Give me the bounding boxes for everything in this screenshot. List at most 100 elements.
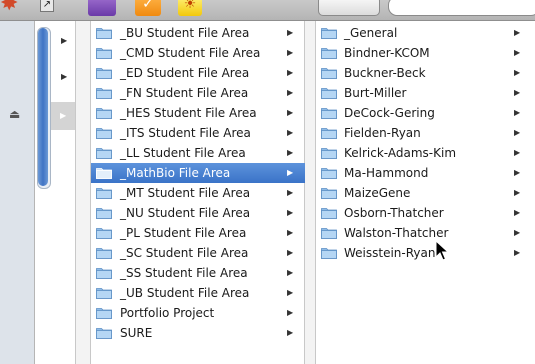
- folder-label: Osborn-Thatcher: [344, 206, 444, 220]
- folder-row[interactable]: Portfolio Project ▶: [91, 303, 305, 323]
- folder-row[interactable]: _MT Student File Area ▶: [91, 183, 305, 203]
- folder-row[interactable]: _FN Student File Area ▶: [91, 83, 305, 103]
- sun-icon[interactable]: ☀: [178, 0, 202, 16]
- folder-icon: [96, 288, 112, 299]
- chevron-right-icon: ▶: [514, 48, 521, 57]
- selected-row[interactable]: ▶: [51, 102, 75, 130]
- resize-arrow-icon[interactable]: ↗: [40, 0, 54, 12]
- sidebar: ⏏: [0, 21, 35, 364]
- folder-row[interactable]: _ED Student File Area ▶: [91, 63, 305, 83]
- folder-icon: [321, 128, 337, 139]
- chevron-right-icon: ▶: [287, 248, 294, 257]
- chevron-right-icon: ▶: [287, 128, 294, 137]
- folder-icon: [321, 48, 337, 59]
- eject-icon[interactable]: ⏏: [9, 108, 20, 120]
- star-icon[interactable]: ✸: [0, 0, 22, 15]
- folder-row[interactable]: _BU Student File Area ▶: [91, 23, 305, 43]
- folder-row[interactable]: _ITS Student File Area ▶: [91, 123, 305, 143]
- search-input[interactable]: [388, 0, 535, 16]
- chevron-right-icon: ▶: [514, 28, 521, 37]
- chevron-right-icon: ▶: [287, 268, 294, 277]
- folder-label: Ma-Hammond: [344, 166, 429, 180]
- folder-row[interactable]: Weisstein-Ryan ▶: [316, 243, 535, 263]
- folder-row[interactable]: DeCock-Gering ▶: [316, 103, 535, 123]
- folder-icon: [96, 68, 112, 79]
- chevron-right-icon: ▶: [287, 208, 294, 217]
- folder-label: Burt-Miller: [344, 86, 407, 100]
- column-divider[interactable]: [305, 21, 316, 364]
- chevron-right-icon: ▶: [287, 108, 294, 117]
- folder-row[interactable]: Kelrick-Adams-Kim ▶: [316, 143, 535, 163]
- chevron-right-icon: ▶: [60, 111, 67, 120]
- folder-row[interactable]: _NU Student File Area ▶: [91, 203, 305, 223]
- toolbar: ✸ ↗ ✓ ☀: [0, 0, 535, 21]
- chevron-right-icon: ▶: [514, 188, 521, 197]
- folder-label: Kelrick-Adams-Kim: [344, 146, 457, 160]
- chevron-right-icon: ▶: [514, 128, 521, 137]
- folder-row[interactable]: _SS Student File Area ▶: [91, 263, 305, 283]
- chevron-right-icon[interactable]: ▶: [61, 35, 67, 47]
- folder-label: SURE: [120, 326, 153, 340]
- chevron-right-icon: ▶: [287, 68, 294, 77]
- folder-label: _LL Student File Area: [120, 146, 246, 160]
- folder-row[interactable]: Fielden-Ryan ▶: [316, 123, 535, 143]
- folder-icon: [96, 88, 112, 99]
- folder-icon: [321, 208, 337, 219]
- chevron-right-icon: ▶: [287, 288, 294, 297]
- folder-row[interactable]: MaizeGene ▶: [316, 183, 535, 203]
- chevron-right-icon: ▶: [287, 168, 294, 177]
- folder-row[interactable]: _General ▶: [316, 23, 535, 43]
- purple-app-icon[interactable]: [88, 0, 116, 16]
- folder-row[interactable]: Burt-Miller ▶: [316, 83, 535, 103]
- folder-row[interactable]: Buckner-Beck ▶: [316, 63, 535, 83]
- folder-label: MaizeGene: [344, 186, 411, 200]
- folder-row[interactable]: _SC Student File Area ▶: [91, 243, 305, 263]
- folder-icon: [96, 108, 112, 119]
- chevron-right-icon: ▶: [287, 88, 294, 97]
- folder-row[interactable]: Ma-Hammond ▶: [316, 163, 535, 183]
- folder-label: Buckner-Beck: [344, 66, 426, 80]
- chevron-right-icon: ▶: [287, 328, 294, 337]
- folder-icon: [96, 28, 112, 39]
- folder-icon: [96, 328, 112, 339]
- folder-label: _UB Student File Area: [120, 286, 250, 300]
- folder-row[interactable]: Bindner-KCOM ▶: [316, 43, 535, 63]
- folder-row[interactable]: SURE ▶: [91, 323, 305, 343]
- chevron-right-icon: ▶: [287, 48, 294, 57]
- scrollbar-thumb[interactable]: [38, 28, 48, 186]
- toolbar-button[interactable]: [318, 0, 380, 16]
- folder-icon: [321, 228, 337, 239]
- folder-row[interactable]: _HES Student File Area ▶: [91, 103, 305, 123]
- folder-icon: [321, 188, 337, 199]
- browser-column-spacer: [76, 21, 91, 364]
- folder-icon: [321, 168, 337, 179]
- browser-column-root: ▶ ▶ ▶: [35, 21, 76, 364]
- mouse-cursor-icon: [435, 240, 449, 261]
- folder-row[interactable]: _CMD Student File Area ▶: [91, 43, 305, 63]
- chevron-right-icon: ▶: [514, 168, 521, 177]
- folder-label: _ITS Student File Area: [120, 126, 251, 140]
- folder-icon: [96, 168, 112, 179]
- envelope-icon[interactable]: ✓: [135, 0, 161, 16]
- folder-icon: [96, 48, 112, 59]
- folder-row[interactable]: _UB Student File Area ▶: [91, 283, 305, 303]
- browser-column-areas: _BU Student File Area ▶ _CMD Student File …: [91, 21, 305, 364]
- folder-label: _CMD Student File Area: [120, 46, 261, 60]
- folder-row[interactable]: Walston-Thatcher ▶: [316, 223, 535, 243]
- chevron-right-icon[interactable]: ▶: [61, 71, 67, 83]
- chevron-right-icon: ▶: [514, 148, 521, 157]
- chevron-right-icon: ▶: [514, 228, 521, 237]
- folder-row[interactable]: Osborn-Thatcher ▶: [316, 203, 535, 223]
- browser-column-mathbio: _General ▶ Bindner-KCOM ▶ Buckner-Beck ▶ Burt-…: [316, 21, 535, 364]
- folder-row[interactable]: _LL Student File Area ▶: [91, 143, 305, 163]
- chevron-right-icon: ▶: [287, 28, 294, 37]
- folder-row[interactable]: _PL Student File Area ▶: [91, 223, 305, 243]
- chevron-right-icon: ▶: [514, 248, 521, 257]
- folder-label: _PL Student File Area: [120, 226, 247, 240]
- folder-label: _MathBio File Area: [120, 166, 231, 180]
- folder-icon: [96, 188, 112, 199]
- chevron-right-icon: ▶: [287, 148, 294, 157]
- folder-row[interactable]: _MathBio File Area ▶: [91, 163, 305, 183]
- folder-icon: [321, 68, 337, 79]
- chevron-right-icon: ▶: [514, 88, 521, 97]
